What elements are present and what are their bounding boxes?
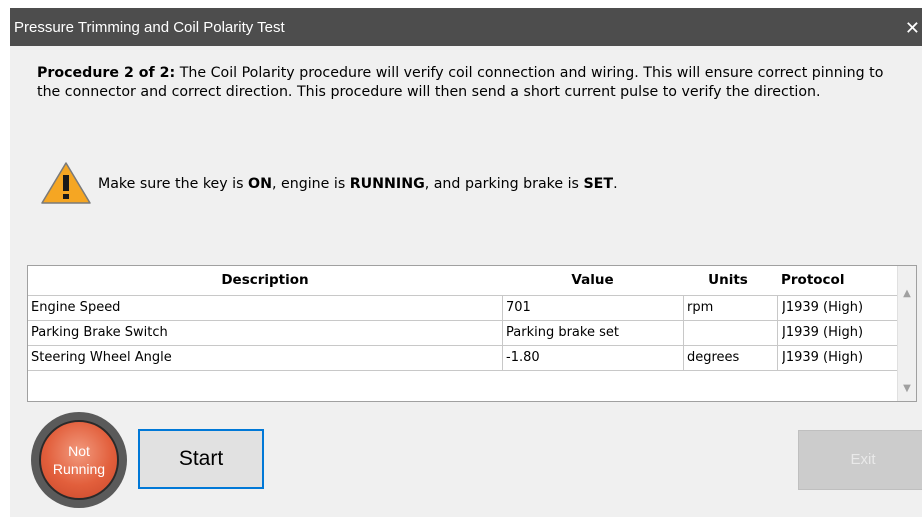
warning-text-part: Make sure the key is xyxy=(98,176,249,192)
column-header-description[interactable]: Description xyxy=(28,266,502,295)
procedure-heading: Procedure 2 of 2: xyxy=(37,65,176,81)
title-bar[interactable]: Pressure Trimming and Coil Polarity Test… xyxy=(10,8,922,46)
cell-description: Parking Brake Switch xyxy=(31,325,168,340)
key-state: ON xyxy=(248,176,272,192)
window-title: Pressure Trimming and Coil Polarity Test xyxy=(14,19,285,36)
background-strip xyxy=(0,0,10,517)
cell-units: degrees xyxy=(687,350,740,365)
warning-triangle-icon xyxy=(41,162,91,204)
column-header-value[interactable]: Value xyxy=(502,266,683,295)
column-divider xyxy=(683,295,684,371)
cell-protocol: J1939 (High) xyxy=(782,300,864,315)
cell-protocol: J1939 (High) xyxy=(782,325,864,340)
column-header-protocol[interactable]: Protocol xyxy=(781,266,898,295)
column-divider xyxy=(502,295,503,371)
scroll-up-icon[interactable]: ▲ xyxy=(898,284,916,304)
cell-description: Steering Wheel Angle xyxy=(31,350,172,365)
dialog-window: Pressure Trimming and Coil Polarity Test… xyxy=(10,0,922,517)
column-divider xyxy=(777,295,778,371)
warning-text-part: , engine is xyxy=(271,176,350,192)
column-header-units[interactable]: Units xyxy=(683,266,773,295)
top-edge xyxy=(10,0,922,8)
table-row[interactable]: Parking Brake Switch Parking brake set J… xyxy=(28,320,898,345)
parameter-table[interactable]: Description Value Units Protocol Engine … xyxy=(27,265,917,402)
cell-value: -1.80 xyxy=(506,350,540,365)
start-button[interactable]: Start xyxy=(138,429,264,489)
warning-text-part: , and parking brake is xyxy=(424,176,584,192)
close-icon[interactable]: ✕ xyxy=(905,8,920,48)
brake-state: SET xyxy=(583,176,614,192)
vertical-scrollbar[interactable]: ▲ ▼ xyxy=(897,266,916,401)
cell-protocol: J1939 (High) xyxy=(782,350,864,365)
status-line-1: Not xyxy=(68,443,90,459)
status-line-2: Running xyxy=(52,461,106,477)
procedure-description: Procedure 2 of 2: The Coil Polarity proc… xyxy=(37,64,897,102)
cell-description: Engine Speed xyxy=(31,300,121,315)
cell-units xyxy=(687,321,775,345)
scroll-down-icon[interactable]: ▼ xyxy=(898,379,916,399)
table-row[interactable]: Steering Wheel Angle -1.80 degrees J1939… xyxy=(28,345,898,371)
exit-button[interactable]: Exit xyxy=(798,430,922,490)
engine-state: RUNNING xyxy=(349,176,425,192)
status-light: Not Running xyxy=(39,420,119,500)
cell-value: 701 xyxy=(506,300,531,315)
warning-text-part: . xyxy=(613,176,618,192)
status-indicator: Not Running xyxy=(31,412,127,508)
status-label: Not Running xyxy=(41,442,117,478)
cell-units: rpm xyxy=(687,300,714,315)
cell-value: Parking brake set xyxy=(506,325,619,340)
warning-message: Make sure the key is ON, engine is RUNNI… xyxy=(98,176,618,192)
table-row[interactable]: Engine Speed 701 rpm J1939 (High) xyxy=(28,295,898,320)
